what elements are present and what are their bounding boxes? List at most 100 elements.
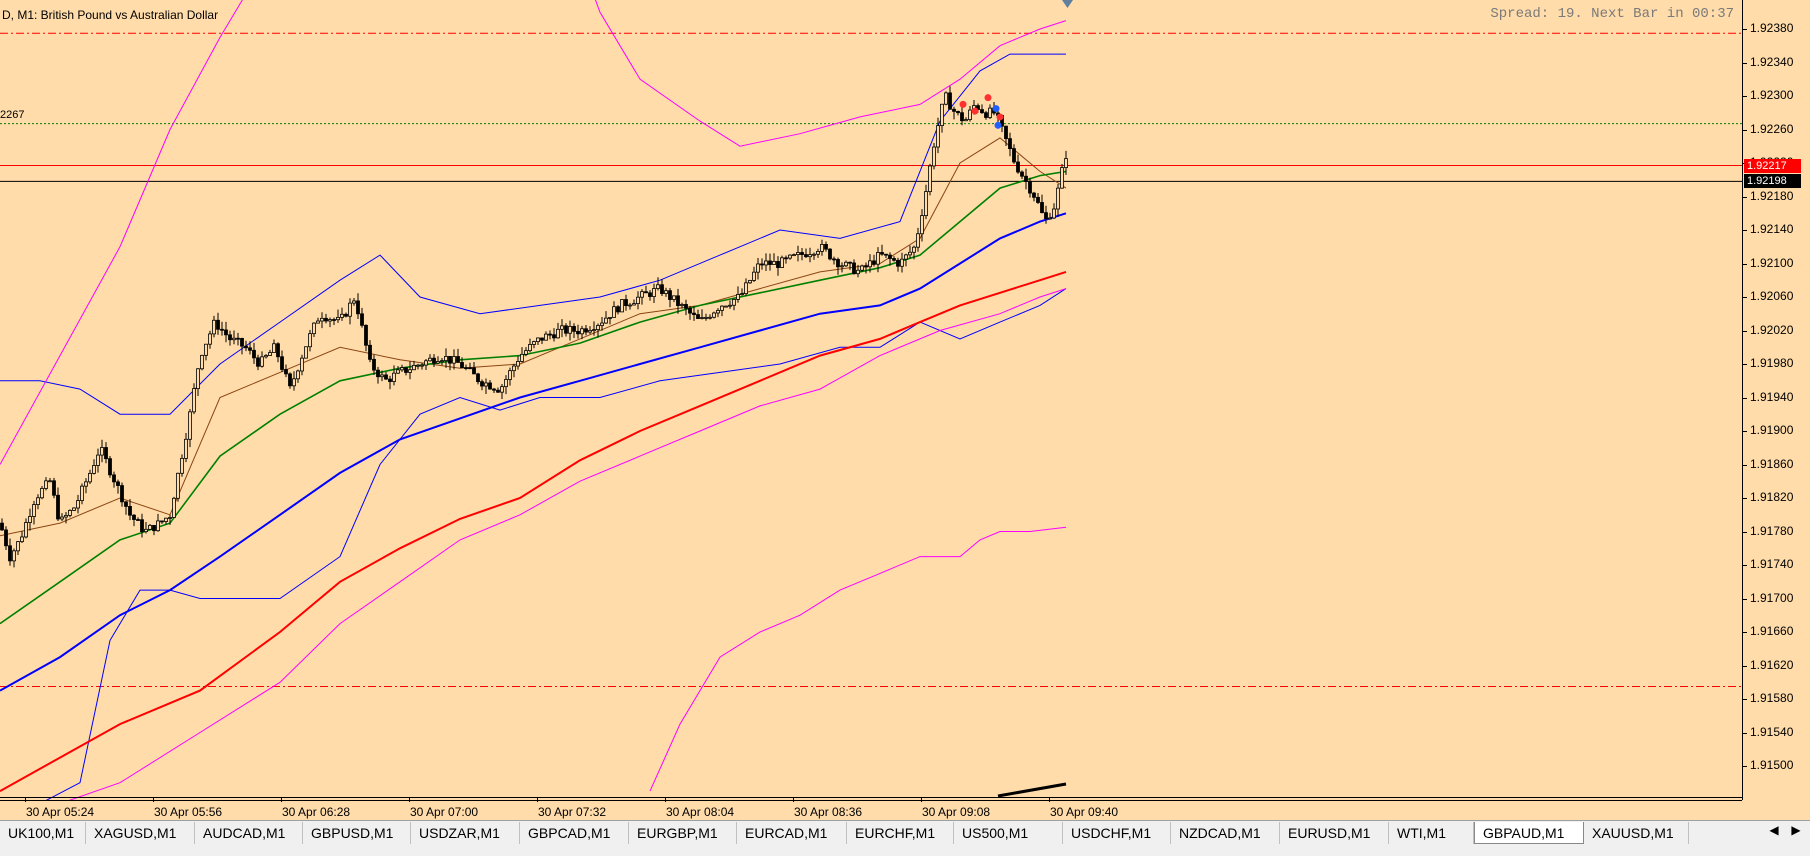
chart-area[interactable]: D, M1: British Pound vs Australian Dolla… <box>0 0 1810 820</box>
candle-body <box>152 524 156 532</box>
candle-body <box>960 112 964 122</box>
tab-audcad-m1[interactable]: AUDCAD,M1 <box>195 822 303 844</box>
y-tick-label: 1.91900 <box>1750 423 1794 437</box>
candle-body <box>896 259 900 267</box>
candle-body <box>92 465 96 474</box>
candle-body <box>332 319 336 321</box>
candle-body <box>384 374 388 380</box>
tab-gbpusd-m1[interactable]: GBPUSD,M1 <box>303 822 411 844</box>
candle-body <box>248 347 252 351</box>
candle-body <box>392 372 396 382</box>
candle-body <box>452 356 456 364</box>
candle-body <box>572 326 576 332</box>
candle-body <box>988 107 992 118</box>
y-tick-mark <box>1742 699 1747 700</box>
candle-body <box>340 313 344 318</box>
candle-body <box>376 369 380 378</box>
candle-body <box>56 494 60 520</box>
candle-body <box>656 284 660 289</box>
candle-body <box>224 329 228 336</box>
candle-body <box>840 265 844 268</box>
y-tick-label: 1.92380 <box>1750 21 1794 35</box>
tab-xauusd-m1[interactable]: XAUUSD,M1 <box>1584 822 1689 844</box>
candle-body <box>1012 148 1016 163</box>
tab-nzdcad-m1[interactable]: NZDCAD,M1 <box>1171 822 1280 844</box>
candle-body <box>1016 161 1020 173</box>
candle-body <box>1024 175 1028 182</box>
x-tick-mark <box>25 797 26 802</box>
candle-body <box>208 333 212 345</box>
candle-body <box>136 519 140 521</box>
candle-body <box>696 314 700 319</box>
candle-body <box>24 522 28 538</box>
triangle-left-icon[interactable]: ◀ <box>1766 823 1782 837</box>
tab-usdzar-m1[interactable]: USDZAR,M1 <box>411 822 520 844</box>
y-tick-mark <box>1742 330 1747 332</box>
trade-arrow-icon <box>992 105 1000 113</box>
candle-body <box>36 497 40 506</box>
candle-body <box>220 328 224 331</box>
tab-usdchf-m1[interactable]: USDCHF,M1 <box>1063 822 1171 844</box>
candle-body <box>644 291 648 294</box>
candle-body <box>164 517 168 522</box>
candle-body <box>64 514 68 518</box>
candle-body <box>228 334 232 341</box>
tab-eurcad-m1[interactable]: EURCAD,M1 <box>737 822 847 844</box>
candle-body <box>44 480 48 489</box>
price-chart[interactable] <box>0 0 1742 800</box>
y-tick-label: 1.91700 <box>1750 590 1794 605</box>
candle-body <box>788 254 792 259</box>
candle-body <box>232 337 236 341</box>
tab-wti-m1[interactable]: WTI,M1 <box>1389 822 1474 844</box>
candle-body <box>940 103 944 127</box>
candle-body <box>956 110 960 114</box>
candle-body <box>276 343 280 358</box>
candle-body <box>356 300 360 315</box>
tab-xagusd-m1[interactable]: XAGUSD,M1 <box>86 822 195 844</box>
tab-eurgbp-m1[interactable]: EURGBP,M1 <box>629 822 737 844</box>
x-tick-label: 30 Apr 07:32 <box>538 805 607 819</box>
y-tick-mark <box>1742 62 1747 64</box>
tab-us500-m1[interactable]: US500,M1 <box>954 822 1063 844</box>
candle-body <box>116 481 120 486</box>
candle-body <box>324 317 328 322</box>
candle-body <box>916 233 920 248</box>
candle-body <box>328 319 332 322</box>
y-tick-mark <box>1742 732 1747 734</box>
candle-body <box>80 485 84 501</box>
y-tick-mark <box>1742 263 1747 265</box>
candle-body <box>904 254 908 260</box>
candle-body <box>808 254 812 258</box>
x-tick-label: 30 Apr 09:08 <box>922 805 991 819</box>
triangle-right-icon[interactable]: ▶ <box>1788 823 1804 837</box>
y-tick-label: 1.91500 <box>1750 758 1794 772</box>
candle-body <box>156 520 160 532</box>
candle-body <box>160 520 164 523</box>
candle-body <box>416 364 420 367</box>
tab-eurusd-m1[interactable]: EURUSD,M1 <box>1280 822 1389 844</box>
candle-body <box>520 353 524 362</box>
time-axis-border <box>0 800 1742 801</box>
y-tick-mark <box>1742 498 1747 499</box>
tab-uk100-m1[interactable]: UK100,M1 <box>0 822 86 844</box>
candle-body <box>1020 171 1024 177</box>
candle-body <box>72 507 76 511</box>
candle-body <box>368 344 372 360</box>
candle-body <box>1008 138 1012 150</box>
tab-eurchf-m1[interactable]: EURCHF,M1 <box>847 822 954 844</box>
spread-info: Spread: 19. Next Bar in 00:37 <box>1490 6 1734 22</box>
candle-body <box>596 325 600 331</box>
candle-body <box>632 303 636 306</box>
candle-body <box>388 378 392 382</box>
tab-gbpaud-m1[interactable]: GBPAUD,M1 <box>1474 822 1584 844</box>
candle-body <box>800 252 804 255</box>
candle-body <box>780 257 784 268</box>
candle-body <box>280 356 284 370</box>
y-tick-mark <box>1742 766 1747 767</box>
candle-body <box>820 243 824 252</box>
candle-body <box>624 299 628 307</box>
candle-body <box>892 258 896 261</box>
candle-body <box>616 306 620 313</box>
tab-gbpcad-m1[interactable]: GBPCAD,M1 <box>520 822 629 844</box>
candle-body <box>88 472 92 483</box>
